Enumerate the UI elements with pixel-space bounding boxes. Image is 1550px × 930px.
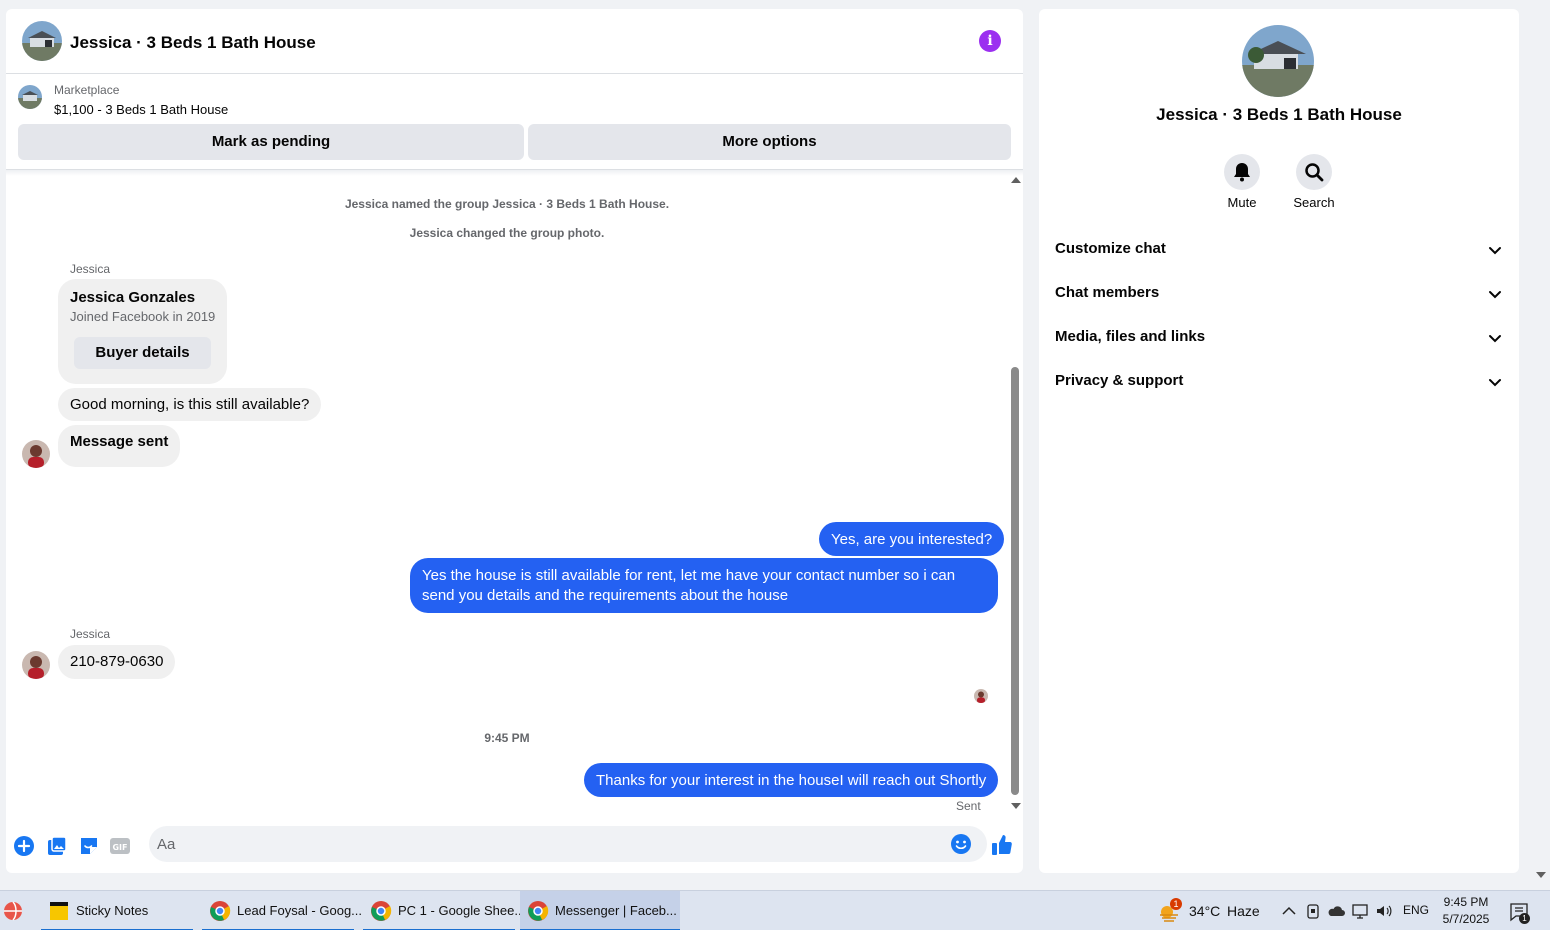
timestamp-separator: 9:45 PM — [484, 731, 530, 745]
weather-badge: 1 — [1170, 898, 1182, 910]
taskbar-app-chrome-messenger[interactable]: Messenger | Faceb... — [520, 891, 680, 930]
buyer-card: Jessica Gonzales Joined Facebook in 2019… — [58, 279, 227, 384]
buyer-details-button[interactable]: Buyer details — [74, 337, 211, 369]
section-label: Media, files and links — [1055, 328, 1206, 345]
group-photo[interactable] — [1242, 25, 1314, 97]
sender-name: Jessica — [70, 262, 111, 276]
search-button[interactable] — [1296, 154, 1332, 190]
svg-text:GIF: GIF — [112, 843, 127, 852]
chat-header: Jessica · 3 Beds 1 Bath House i — [6, 9, 1023, 74]
header-shadow — [6, 170, 1023, 176]
sticker-icon[interactable] — [78, 835, 100, 857]
weather-description[interactable]: Haze — [1227, 903, 1260, 919]
message-bubble-incoming[interactable]: 210-879-0630 — [58, 645, 176, 679]
taskbar-app-label: Messenger | Faceb... — [555, 903, 677, 918]
system-message: Jessica named the group Jessica · 3 Beds… — [344, 197, 670, 211]
chevron-down-icon — [1489, 335, 1501, 343]
clock-time: 9:45 PM — [1443, 895, 1489, 909]
media-files-links-section[interactable]: Media, files and links — [1055, 320, 1503, 356]
clock-date: 5/7/2025 — [1442, 912, 1490, 926]
search-icon — [1305, 163, 1324, 182]
bell-icon — [1234, 163, 1250, 182]
marketplace-label: Marketplace — [54, 83, 120, 97]
volume-icon[interactable] — [1374, 901, 1394, 921]
chevron-up-icon[interactable] — [1279, 901, 1299, 921]
chevron-down-icon — [1489, 291, 1501, 299]
emoji-icon[interactable] — [950, 833, 972, 855]
buyer-joined: Joined Facebook in 2019 — [70, 309, 216, 324]
details-title: Jessica · 3 Beds 1 Bath House — [1156, 105, 1402, 124]
sticky-notes-icon — [50, 902, 68, 920]
message-bubble-incoming[interactable]: Message sent — [58, 425, 181, 467]
mute-button[interactable] — [1224, 154, 1260, 190]
device-icon[interactable] — [1303, 901, 1323, 921]
taskbar-app-label: PC 1 - Google Shee... — [398, 903, 526, 918]
gif-icon[interactable]: GIF — [109, 835, 131, 857]
scroll-up-arrow-icon[interactable] — [1011, 177, 1021, 183]
message-bubble-outgoing[interactable]: Thanks for your interest in the houseI w… — [584, 763, 999, 797]
sender-name: Jessica — [70, 627, 111, 641]
scroll-thumb[interactable] — [1011, 367, 1019, 795]
chrome-icon — [528, 901, 549, 921]
message-composer[interactable] — [149, 826, 987, 862]
chrome-icon — [371, 901, 392, 921]
taskbar-app-chrome-pc1[interactable]: PC 1 - Google Shee... — [363, 891, 525, 930]
onedrive-cloud-icon[interactable] — [1326, 901, 1346, 921]
customize-chat-section[interactable]: Customize chat — [1055, 232, 1503, 268]
privacy-support-section[interactable]: Privacy & support — [1055, 364, 1503, 400]
mute-label: Mute — [1227, 195, 1257, 210]
sent-status: Sent — [956, 799, 981, 813]
message-bubble-outgoing[interactable]: Yes the house is still available for ren… — [410, 558, 998, 613]
section-label: Customize chat — [1055, 240, 1166, 257]
chevron-down-icon — [1489, 379, 1501, 387]
system-message: Jessica changed the group photo. — [409, 226, 605, 240]
sender-avatar[interactable] — [22, 440, 50, 468]
more-options-button[interactable]: More options — [528, 124, 1011, 160]
taskbar-app-label: Sticky Notes — [76, 903, 149, 918]
chat-scrollbar[interactable] — [1009, 175, 1023, 813]
photo-icon[interactable] — [46, 835, 68, 857]
chevron-down-icon — [1489, 247, 1501, 255]
notification-count: 1 — [1519, 913, 1530, 924]
page-scroll-down-icon[interactable] — [1536, 872, 1546, 878]
message-bubble-incoming[interactable]: Good morning, is this still available? — [58, 388, 322, 421]
start-icon[interactable] — [0, 895, 30, 927]
section-label: Chat members — [1055, 284, 1160, 301]
listing-thumbnail[interactable] — [18, 85, 42, 109]
taskbar-app-label: Lead Foysal - Goog... — [237, 903, 363, 918]
info-icon[interactable]: i — [979, 30, 1001, 52]
search-label: Search — [1293, 195, 1335, 210]
taskbar: Sticky Notes Lead Foysal - Goog... PC 1 … — [0, 890, 1550, 930]
scroll-down-arrow-icon[interactable] — [1011, 803, 1021, 809]
network-icon[interactable] — [1350, 901, 1370, 921]
message-input[interactable] — [157, 826, 937, 862]
taskbar-app-sticky-notes[interactable]: Sticky Notes — [41, 891, 193, 930]
taskbar-app-chrome-lead[interactable]: Lead Foysal - Goog... — [202, 891, 362, 930]
group-avatar[interactable] — [22, 21, 62, 61]
section-label: Privacy & support — [1055, 372, 1184, 389]
details-panel: Jessica · 3 Beds 1 Bath House Mute Searc… — [1039, 9, 1519, 873]
chat-title[interactable]: Jessica · 3 Beds 1 Bath House — [70, 33, 316, 53]
clock[interactable]: 9:45 PM 5/7/2025 — [1436, 894, 1496, 928]
seen-avatar — [974, 689, 988, 703]
chrome-icon — [210, 901, 231, 921]
thumbs-up-icon[interactable] — [990, 833, 1014, 857]
chat-members-section[interactable]: Chat members — [1055, 276, 1503, 312]
mark-as-pending-button[interactable]: Mark as pending — [18, 124, 524, 160]
listing-title[interactable]: $1,100 - 3 Beds 1 Bath House — [54, 102, 228, 117]
plus-icon[interactable] — [13, 835, 35, 857]
chat-panel: Jessica · 3 Beds 1 Bath House i Marketpl… — [6, 9, 1023, 873]
buyer-name: Jessica Gonzales — [70, 289, 196, 306]
weather-temperature[interactable]: 34°C — [1189, 903, 1220, 919]
language-indicator[interactable]: ENG — [1403, 903, 1429, 917]
message-bubble-outgoing[interactable]: Yes, are you interested? — [819, 522, 1005, 556]
sender-avatar[interactable] — [22, 651, 50, 679]
